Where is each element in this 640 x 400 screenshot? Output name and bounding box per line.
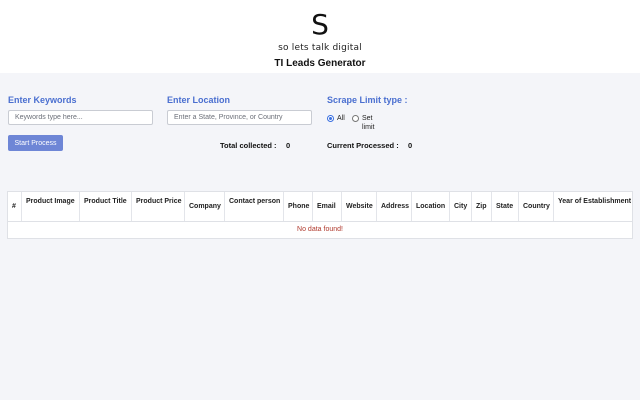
current-processed-value: 0 xyxy=(408,141,413,150)
keywords-label: Enter Keywords xyxy=(8,95,77,105)
empty-message: No data found! xyxy=(297,226,343,233)
col-city: City xyxy=(450,192,472,221)
app-title: TI Leads Generator xyxy=(274,58,366,69)
col-state: State xyxy=(492,192,519,221)
radio-all-label[interactable]: All xyxy=(337,114,345,123)
col-address: Address xyxy=(377,192,412,221)
col-phone: Phone xyxy=(284,192,313,221)
location-label: Enter Location xyxy=(167,95,231,105)
scrape-limit-label: Scrape Limit type : xyxy=(327,95,408,105)
start-process-button[interactable]: Start Process xyxy=(8,135,63,151)
col-product-title: Product Title xyxy=(80,192,132,221)
col-year-of-establishment: Year of Establishment xyxy=(558,198,632,205)
total-collected-label: Total collected : xyxy=(220,141,277,150)
col-location: Location xyxy=(412,192,450,221)
table-header: # Product Image Product Title Product Pr… xyxy=(8,192,632,222)
col-contact-person: Contact person xyxy=(225,192,284,221)
keywords-input[interactable] xyxy=(8,110,153,125)
leads-table: # Product Image Product Title Product Pr… xyxy=(7,191,633,239)
col-country: Country xyxy=(519,192,554,221)
col-index: # xyxy=(8,192,22,221)
col-zip: Zip xyxy=(472,192,492,221)
logo-letter: S xyxy=(311,8,329,41)
radio-all[interactable] xyxy=(327,115,334,122)
radio-set-limit-label[interactable]: Set limit xyxy=(362,114,374,132)
col-product-price: Product Price xyxy=(132,192,185,221)
logo-tagline: so lets talk digital xyxy=(278,43,362,53)
col-product-image: Product Image xyxy=(22,192,80,221)
col-company: Company xyxy=(185,192,225,221)
current-processed-label: Current Processed : xyxy=(327,141,399,150)
total-collected-value: 0 xyxy=(286,141,291,150)
app-header: S so lets talk digital TI Leads Generato… xyxy=(0,0,640,73)
col-website: Website xyxy=(342,192,377,221)
radio-set-limit[interactable] xyxy=(352,115,359,122)
col-email: Email xyxy=(313,192,342,221)
location-input[interactable] xyxy=(167,110,312,125)
